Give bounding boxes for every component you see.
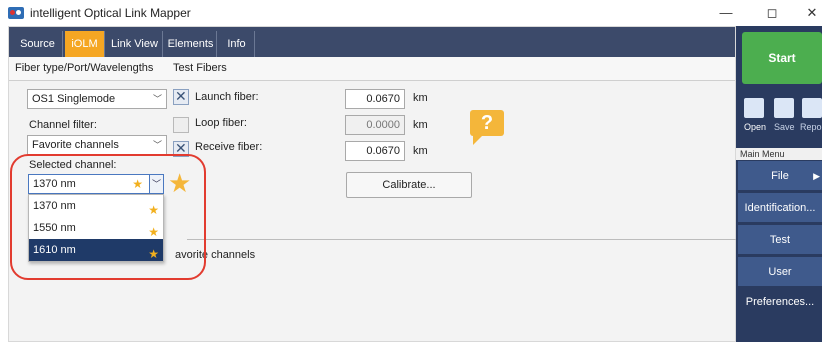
loop-fiber-unit: km <box>413 119 428 131</box>
channel-option[interactable]: 1550 nm ★ <box>29 217 163 239</box>
tab-elements[interactable]: Elements <box>165 31 217 57</box>
subtab-fiber-type[interactable]: Fiber type/Port/Wavelengths <box>15 62 153 74</box>
open-label: Open <box>744 122 767 132</box>
receive-fiber-checkbox[interactable]: ✕ <box>173 140 189 157</box>
main-menu-header: Main Menu <box>736 148 822 160</box>
menu-item-test-configuration[interactable]: Test Configuration... <box>738 224 822 276</box>
arrow-right-icon: ▶ <box>813 171 820 181</box>
menu-item-identification[interactable]: Identification... <box>738 192 822 222</box>
loop-fiber-label: Loop fiber: <box>195 117 247 129</box>
minimize-button[interactable]: — <box>716 4 736 22</box>
channel-option[interactable]: 1610 nm ★ <box>29 239 163 261</box>
tab-link-view[interactable]: Link View <box>107 31 163 57</box>
star-icon[interactable]: ★ <box>148 243 159 265</box>
tab-source[interactable]: Source <box>13 31 63 57</box>
favorite-star-icon: ★ <box>168 168 192 198</box>
section-divider <box>187 239 743 240</box>
tab-bar: Source iOLM Link View Elements Info <box>9 27 735 57</box>
title-bar: intelligent Optical Link Mapper — ◻ ✕ <box>0 0 822 26</box>
save-label: Save <box>774 122 795 132</box>
menu-item-label: File <box>771 170 789 182</box>
loop-fiber-length: 0.0000 <box>345 115 405 135</box>
menu-item-user-preferences[interactable]: User Preferences... <box>738 256 822 308</box>
channel-option-label: 1610 nm <box>33 244 76 256</box>
start-button[interactable]: Start <box>742 32 822 84</box>
checkmark-icon: ✕ <box>175 88 187 104</box>
launch-fiber-length[interactable]: 0.0670 <box>345 89 405 109</box>
help-bubble-tail <box>473 133 485 145</box>
fiber-type-select[interactable]: OS1 Singlemode ﹀ <box>27 89 167 109</box>
report-label: Repo <box>800 122 822 132</box>
receive-fiber-label: Receive fiber: <box>195 141 263 153</box>
launch-fiber-label: Launch fiber: <box>195 91 259 103</box>
star-icon: ★ <box>132 177 143 191</box>
report-icon[interactable] <box>802 98 822 118</box>
checkmark-icon: ✕ <box>175 140 187 156</box>
window-title: intelligent Optical Link Mapper <box>30 6 191 20</box>
subtab-test-fibers[interactable]: Test Fibers <box>173 62 227 74</box>
launch-fiber-unit: km <box>413 92 428 104</box>
channel-option-label: 1370 nm <box>33 200 76 212</box>
menu-item-file[interactable]: File ▶ <box>738 160 822 190</box>
channel-filter-select[interactable]: Favorite channels ﹀ <box>27 135 167 155</box>
restore-button[interactable]: ◻ <box>762 4 782 22</box>
save-icon[interactable] <box>774 98 794 118</box>
right-panel: Start Open Save Repo Main Menu File ▶ Id… <box>736 26 822 342</box>
channel-option[interactable]: 1370 nm ★ <box>29 195 163 217</box>
tab-iolm[interactable]: iOLM <box>65 31 105 57</box>
channel-option-label: 1550 nm <box>33 222 76 234</box>
channel-dropdown-list: 1370 nm ★ 1550 nm ★ 1610 nm ★ <box>28 194 164 262</box>
fiber-type-value: OS1 Singlemode <box>32 93 116 105</box>
channel-filter-value: Favorite channels <box>32 139 119 151</box>
channel-filter-label: Channel filter: <box>29 119 97 131</box>
app-icon <box>8 7 24 19</box>
open-icon[interactable] <box>744 98 764 118</box>
calibrate-button[interactable]: Calibrate... <box>346 172 472 198</box>
close-button[interactable]: ✕ <box>802 4 822 22</box>
launch-fiber-checkbox[interactable]: ✕ <box>173 88 189 105</box>
selected-channel-label: Selected channel: <box>29 159 117 171</box>
loop-fiber-checkbox[interactable] <box>173 117 189 133</box>
chevron-down-icon: ﹀ <box>152 94 162 104</box>
receive-fiber-length[interactable]: 0.0670 <box>345 141 405 161</box>
chevron-down-icon[interactable]: ﹀ <box>149 175 163 193</box>
subtab-bar: Fiber type/Port/Wavelengths Test Fibers <box>9 57 735 81</box>
selected-channel-value: 1370 nm <box>33 178 76 190</box>
tab-info[interactable]: Info <box>219 31 255 57</box>
receive-fiber-unit: km <box>413 145 428 157</box>
selected-channel-select[interactable]: 1370 nm ★ ﹀ <box>28 174 164 194</box>
chevron-down-icon: ﹀ <box>152 140 162 150</box>
favorite-channels-text: avorite channels <box>175 249 256 261</box>
